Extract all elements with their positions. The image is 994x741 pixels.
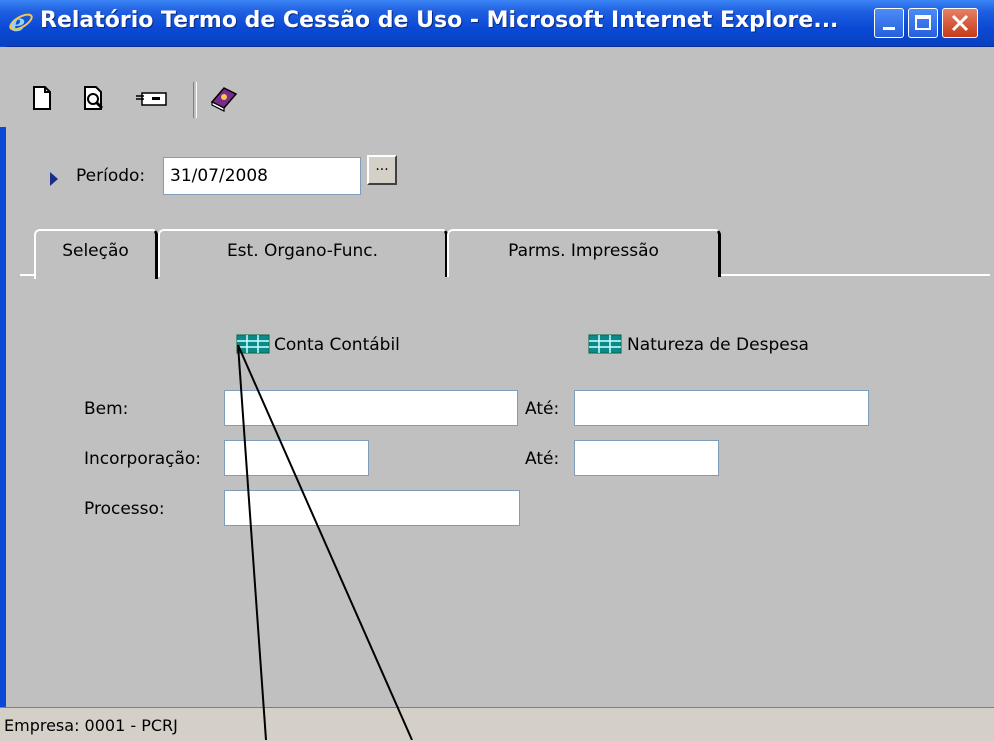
help-book-icon[interactable] — [208, 84, 240, 112]
minimize-button[interactable] — [874, 8, 904, 38]
tab-parms-impressao[interactable]: Parms. Impressão — [447, 229, 721, 277]
close-icon — [951, 14, 969, 32]
maximize-icon — [915, 15, 931, 30]
table-grid-icon[interactable] — [588, 334, 622, 354]
date-picker-button[interactable]: ... — [367, 155, 397, 185]
incorporacao-ate-input[interactable] — [574, 440, 719, 476]
close-button[interactable] — [942, 8, 978, 38]
status-text: Empresa: 0001 - PCRJ — [4, 716, 178, 735]
bem-input[interactable] — [224, 390, 518, 426]
browser-window: e Relatório Termo de Cessão de Uso - Mic… — [0, 0, 994, 741]
natureza-despesa-label[interactable]: Natureza de Despesa — [627, 335, 809, 355]
incorporacao-label: Incorporação: — [84, 449, 202, 469]
expand-arrow-icon[interactable] — [50, 172, 58, 186]
period-label: Período: — [76, 166, 146, 186]
bem-label: Bem: — [84, 399, 129, 419]
window-title: Relatório Termo de Cessão de Uso - Micro… — [40, 8, 839, 33]
print-preview-icon[interactable] — [80, 84, 108, 112]
tab-est-organo-func[interactable]: Est. Organo-Func. — [158, 229, 448, 277]
bem-ate-input[interactable] — [574, 390, 869, 426]
table-grid-icon[interactable] — [236, 334, 270, 354]
tab-selecao[interactable]: Seleção — [34, 229, 158, 279]
title-bar[interactable]: e Relatório Termo de Cessão de Uso - Mic… — [0, 0, 994, 47]
internet-explorer-icon: e — [9, 9, 33, 35]
bem-ate-label: Até: — [525, 399, 560, 419]
conta-contabil-label[interactable]: Conta Contábil — [274, 335, 400, 355]
toolbar-separator — [193, 82, 197, 118]
processo-label: Processo: — [84, 499, 165, 519]
export-icon[interactable] — [132, 84, 170, 112]
minimize-icon — [883, 27, 895, 30]
processo-input[interactable] — [224, 490, 520, 526]
new-document-icon[interactable] — [28, 84, 56, 112]
period-date-input[interactable] — [163, 157, 361, 195]
window-frame-left — [0, 46, 6, 707]
maximize-button[interactable] — [908, 8, 938, 38]
incorporacao-input[interactable] — [224, 440, 369, 476]
incorporacao-ate-label: Até: — [525, 449, 560, 469]
status-bar: Empresa: 0001 - PCRJ — [0, 707, 994, 741]
